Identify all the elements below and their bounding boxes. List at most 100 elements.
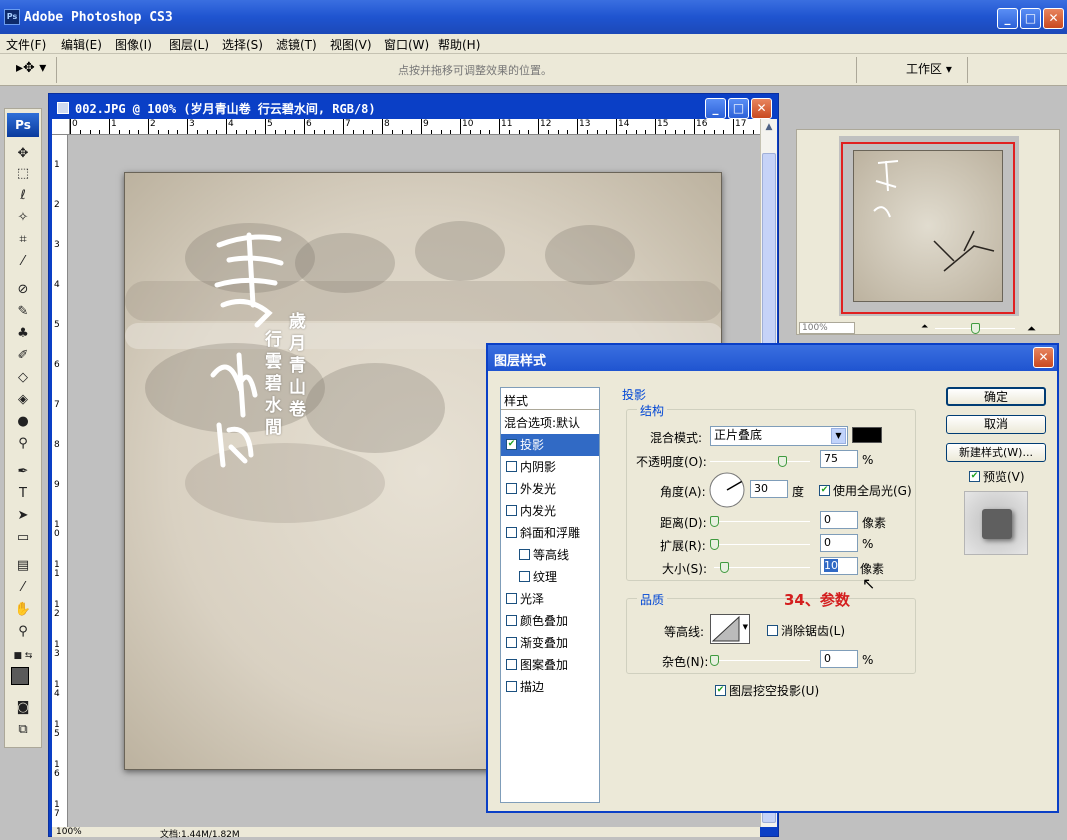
styles-header[interactable]: 样式 bbox=[501, 388, 599, 410]
style-item[interactable]: 内发光 bbox=[501, 500, 599, 522]
menu-select[interactable]: 选择(S) bbox=[222, 36, 263, 53]
antialias-checkbox[interactable]: 消除锯齿(L) bbox=[762, 622, 845, 639]
blend-color-swatch[interactable] bbox=[852, 427, 882, 443]
maximize-button[interactable]: □ bbox=[1020, 8, 1041, 29]
default-colors-icon[interactable]: ■ ⇆ bbox=[13, 647, 33, 665]
preview-checkbox[interactable]: ✔ 预览(V) bbox=[964, 468, 1025, 485]
style-item[interactable]: 斜面和浮雕 bbox=[501, 522, 599, 544]
style-item[interactable]: 混合选项:默认 bbox=[501, 412, 599, 434]
blend-mode-select[interactable]: 正片叠底 ▼ bbox=[710, 426, 848, 446]
menu-layer[interactable]: 图层(L) bbox=[169, 36, 209, 53]
path-selection-tool-icon[interactable]: ➤ bbox=[13, 507, 33, 525]
zoom-level[interactable]: 100% bbox=[56, 827, 82, 837]
preview-check[interactable]: ✔ bbox=[969, 471, 980, 482]
opacity-slider[interactable] bbox=[710, 456, 810, 467]
cancel-button[interactable]: 取消 bbox=[946, 415, 1046, 434]
knockout-check[interactable]: ✔ bbox=[715, 685, 726, 696]
scroll-up-arrow-icon[interactable]: ▲ bbox=[761, 119, 777, 135]
spread-slider[interactable] bbox=[710, 539, 810, 550]
style-item-checkbox[interactable] bbox=[519, 549, 530, 560]
style-item-checkbox[interactable] bbox=[506, 527, 517, 538]
style-item[interactable]: ✔ 投影 bbox=[501, 434, 599, 456]
noise-slider[interactable] bbox=[710, 655, 810, 666]
style-item[interactable]: 颜色叠加 bbox=[501, 610, 599, 632]
document-minimize-button[interactable]: _ bbox=[705, 98, 726, 119]
style-item-checkbox[interactable] bbox=[506, 637, 517, 648]
notes-tool-icon[interactable]: ▤ bbox=[13, 557, 33, 575]
style-item[interactable]: 纹理 bbox=[501, 566, 599, 588]
distance-slider[interactable] bbox=[710, 516, 810, 527]
workspace-menu-button[interactable]: 工作区 ▾ bbox=[906, 60, 952, 77]
eraser-tool-icon[interactable]: ◇ bbox=[13, 369, 33, 387]
style-item[interactable]: 图案叠加 bbox=[501, 654, 599, 676]
screen-mode-icon[interactable]: ⧉ bbox=[13, 721, 33, 739]
menu-edit[interactable]: 编辑(E) bbox=[61, 36, 102, 53]
chevron-down-icon[interactable]: ▼ bbox=[831, 428, 846, 444]
spread-input[interactable]: 0 bbox=[820, 534, 858, 552]
blur-tool-icon[interactable]: ● bbox=[13, 413, 33, 431]
style-item[interactable]: 等高线 bbox=[501, 544, 599, 566]
style-item[interactable]: 描边 bbox=[501, 676, 599, 698]
dialog-close-button[interactable]: ✕ bbox=[1033, 347, 1054, 368]
healing-brush-tool-icon[interactable]: ⊘ bbox=[13, 281, 33, 299]
size-input[interactable]: 10 bbox=[820, 557, 858, 575]
paint-bucket-tool-icon[interactable]: ◈ bbox=[13, 391, 33, 409]
style-item-checkbox[interactable] bbox=[506, 593, 517, 604]
style-item[interactable]: 外发光 bbox=[501, 478, 599, 500]
navigator-view-box[interactable] bbox=[841, 142, 1015, 314]
style-item-checkbox[interactable] bbox=[506, 615, 517, 626]
global-light-checkbox[interactable]: ✔ 使用全局光(G) bbox=[814, 482, 912, 499]
menu-file[interactable]: 文件(F) bbox=[6, 36, 46, 53]
document-close-button[interactable]: ✕ bbox=[751, 98, 772, 119]
eyedropper-sample-tool-icon[interactable]: ⁄ bbox=[13, 579, 33, 597]
knockout-checkbox[interactable]: ✔ 图层挖空投影(U) bbox=[710, 682, 819, 699]
brush-tool-icon[interactable]: ✎ bbox=[13, 303, 33, 321]
menu-filter[interactable]: 滤镜(T) bbox=[276, 36, 317, 53]
distance-input[interactable]: 0 bbox=[820, 511, 858, 529]
style-item-checkbox[interactable]: ✔ bbox=[506, 439, 517, 450]
minimize-button[interactable]: _ bbox=[997, 8, 1018, 29]
menu-help[interactable]: 帮助(H) bbox=[438, 36, 480, 53]
menu-image[interactable]: 图像(I) bbox=[115, 36, 152, 53]
dodge-tool-icon[interactable]: ⚲ bbox=[13, 435, 33, 453]
pen-tool-icon[interactable]: ✒ bbox=[13, 463, 33, 481]
magic-wand-tool-icon[interactable]: ✧ bbox=[13, 209, 33, 227]
eyedropper-tool-icon[interactable]: ⁄ bbox=[13, 253, 33, 271]
ok-button[interactable]: 确定 bbox=[946, 387, 1046, 406]
size-slider[interactable] bbox=[714, 562, 810, 573]
move-tool-icon[interactable]: ✥ bbox=[13, 145, 33, 163]
contour-picker[interactable]: ▼ bbox=[710, 614, 750, 644]
zoom-tool-icon[interactable]: ⚲ bbox=[13, 623, 33, 641]
style-item-checkbox[interactable] bbox=[506, 659, 517, 670]
navigator-zoom-field[interactable]: 100% bbox=[799, 322, 855, 334]
zoom-in-icon[interactable]: ⏶ bbox=[1027, 322, 1036, 336]
menu-window[interactable]: 窗口(W) bbox=[384, 36, 429, 53]
style-item[interactable]: 内阴影 bbox=[501, 456, 599, 478]
noise-input[interactable]: 0 bbox=[820, 650, 858, 668]
chevron-down-icon[interactable]: ▼ bbox=[743, 623, 748, 631]
angle-input[interactable]: 30 bbox=[750, 480, 788, 498]
type-tool-icon[interactable]: T bbox=[13, 485, 33, 503]
ruler-origin[interactable] bbox=[52, 119, 70, 135]
document-maximize-button[interactable]: □ bbox=[728, 98, 749, 119]
new-style-button[interactable]: 新建样式(W)... bbox=[946, 443, 1046, 462]
global-light-check[interactable]: ✔ bbox=[819, 485, 830, 496]
size-slider-thumb[interactable] bbox=[720, 562, 729, 573]
opacity-input[interactable]: 75 bbox=[820, 450, 858, 468]
style-item[interactable]: 光泽 bbox=[501, 588, 599, 610]
navigator-zoom-slider[interactable] bbox=[935, 323, 1015, 334]
quick-mask-icon[interactable]: ◙ bbox=[13, 699, 33, 717]
crop-tool-icon[interactable]: ⌗ bbox=[13, 231, 33, 249]
style-item-checkbox[interactable] bbox=[506, 505, 517, 516]
opacity-slider-thumb[interactable] bbox=[778, 456, 787, 467]
rectangle-tool-icon[interactable]: ▭ bbox=[13, 529, 33, 547]
style-item-checkbox[interactable] bbox=[506, 681, 517, 692]
marquee-tool-icon[interactable]: ⬚ bbox=[13, 165, 33, 183]
style-item[interactable]: 渐变叠加 bbox=[501, 632, 599, 654]
noise-slider-thumb[interactable] bbox=[710, 655, 719, 666]
move-tool-preset-icon[interactable]: ▸✥ ▾ bbox=[16, 60, 46, 76]
clone-stamp-tool-icon[interactable]: ♣ bbox=[13, 325, 33, 343]
antialias-check[interactable] bbox=[767, 625, 778, 636]
angle-dial[interactable] bbox=[708, 471, 746, 509]
history-brush-tool-icon[interactable]: ✐ bbox=[13, 347, 33, 365]
